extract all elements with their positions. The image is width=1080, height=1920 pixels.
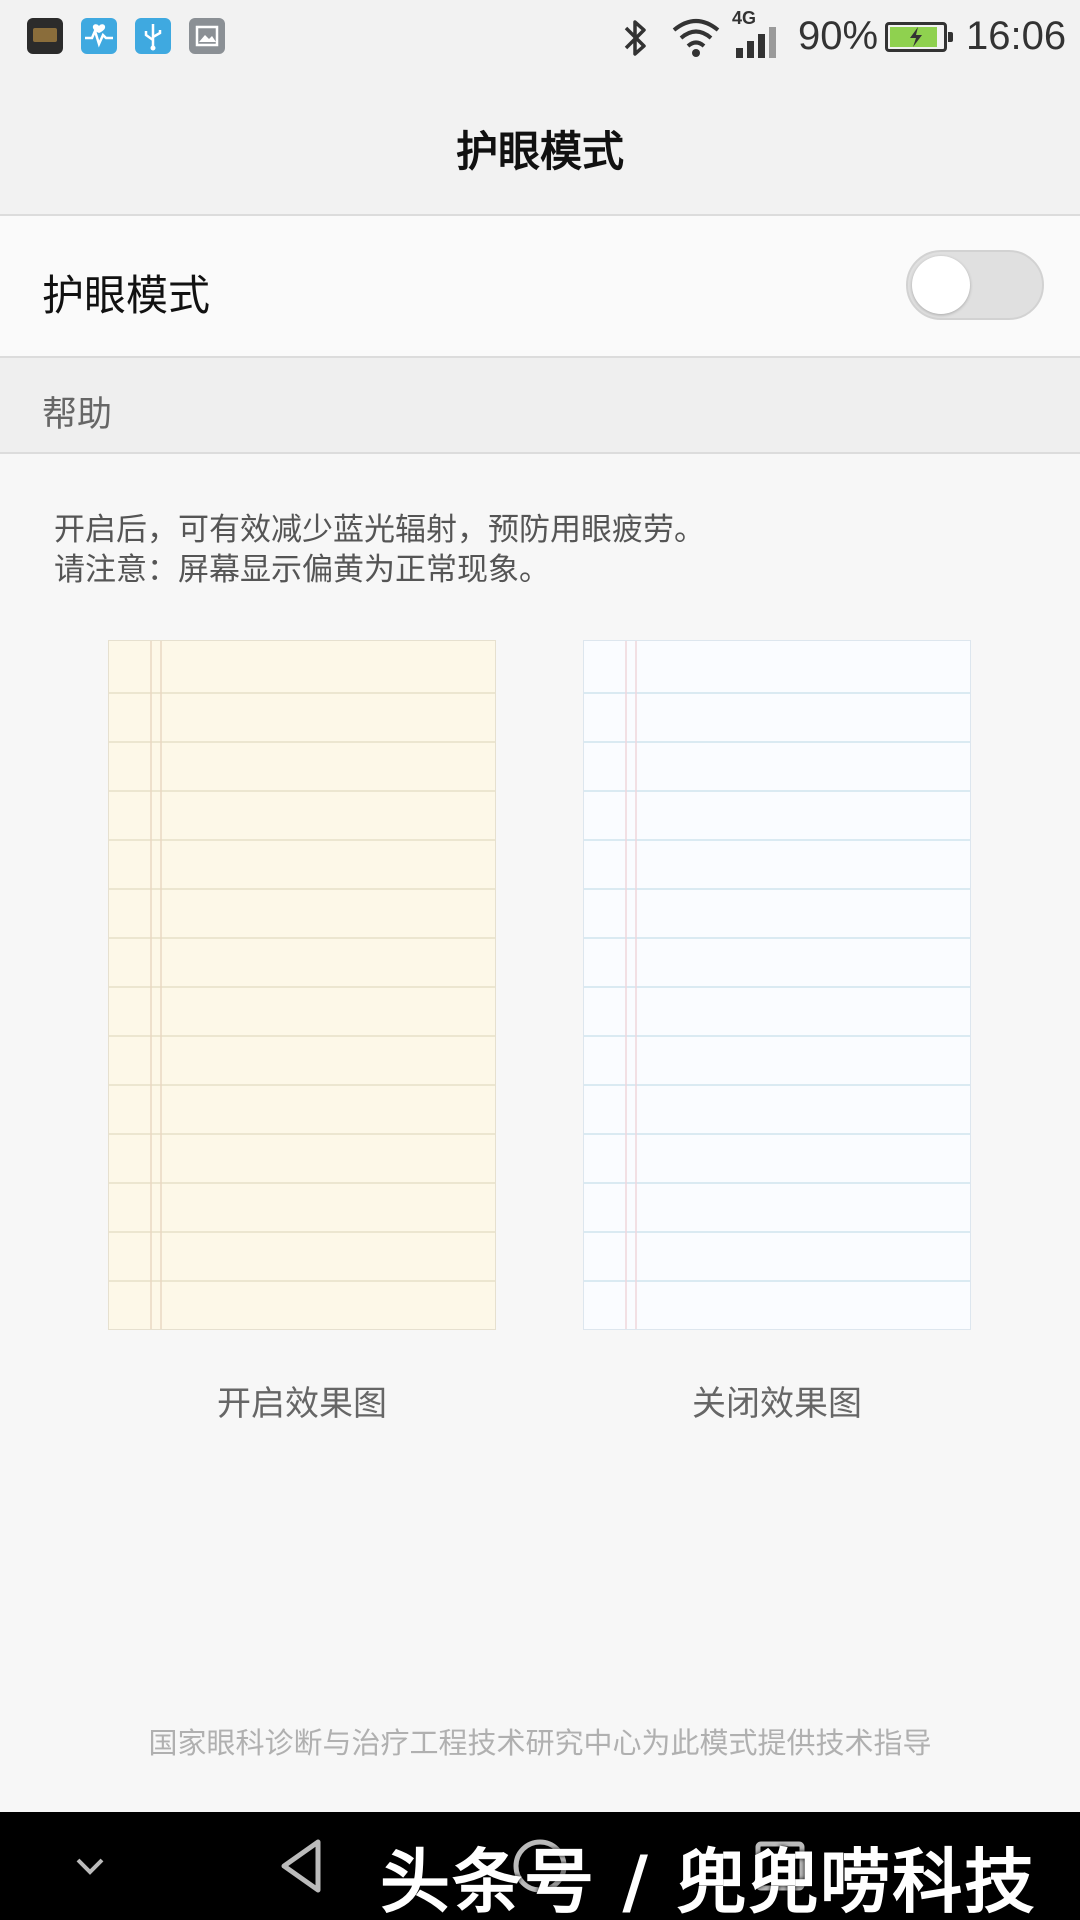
preview-caption-on: 开启效果图 xyxy=(217,1384,387,1424)
page-title: 护眼模式 xyxy=(455,127,624,176)
toggle-knob xyxy=(912,256,970,314)
description-line-1: 开启后，可有效减少蓝光辐射，预防用眼疲劳。 xyxy=(54,512,705,548)
clock: 16:06 xyxy=(966,14,1067,58)
eye-mode-toggle[interactable] xyxy=(906,250,1044,320)
technical-guidance-note: 国家眼科诊断与治疗工程技术研究中心为此模式提供技术指导 xyxy=(148,1726,932,1760)
eye-mode-off-preview xyxy=(583,640,971,1330)
help-description: 开启后，可有效减少蓝光辐射，预防用眼疲劳。 请注意：屏幕显示偏黄为正常现象。 xyxy=(54,510,705,590)
usb-icon xyxy=(135,18,171,54)
wifi-icon xyxy=(672,19,720,57)
description-line-2: 请注意：屏幕显示偏黄为正常现象。 xyxy=(54,552,550,588)
cellular-signal-icon xyxy=(736,27,776,58)
health-app-icon xyxy=(81,18,117,54)
help-label: 帮助 xyxy=(42,395,113,435)
battery-icon xyxy=(885,22,953,52)
help-section-header: 帮助 xyxy=(0,358,1080,454)
battery-percent: 90% xyxy=(798,14,879,58)
game-app-icon xyxy=(27,18,63,54)
eye-mode-on-preview xyxy=(108,640,496,1330)
gallery-icon xyxy=(189,18,225,54)
preview-caption-off: 关闭效果图 xyxy=(692,1384,862,1424)
eye-mode-label: 护眼模式 xyxy=(42,271,211,320)
eye-mode-setting-row[interactable]: 护眼模式 xyxy=(0,216,1080,358)
status-bar: 4G 90% 16:06 xyxy=(0,0,1080,74)
watermark: 头条号 / 兜兜唠科技 xyxy=(380,1841,1037,1920)
title-bar: 护眼模式 xyxy=(0,74,1080,216)
navigation-bar: 头条号 / 兜兜唠科技 xyxy=(0,1812,1080,1920)
collapse-chevron-icon[interactable] xyxy=(60,1812,120,1920)
back-triangle-icon[interactable] xyxy=(270,1812,330,1920)
bluetooth-icon xyxy=(624,20,646,56)
